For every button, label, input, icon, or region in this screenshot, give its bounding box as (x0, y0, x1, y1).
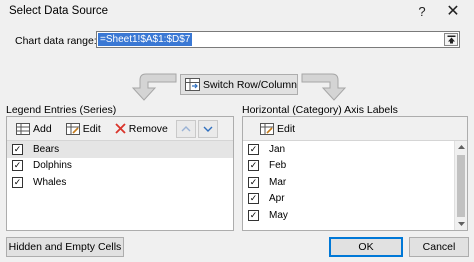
collapse-arrow-icon (447, 35, 455, 44)
help-button[interactable]: ? (409, 1, 435, 21)
scrollbar-thumb[interactable] (457, 155, 465, 217)
move-down-button[interactable] (197, 119, 218, 138)
edit-axis-labels-label: Edit (277, 122, 296, 135)
series-label-dolphins: Dolphins (33, 160, 72, 172)
category-checkbox-apr[interactable]: ✓ (248, 193, 259, 205)
series-label-whales: Whales (33, 176, 67, 188)
chart-data-range-label: Chart data range: (15, 35, 97, 47)
edit-axis-labels-button[interactable]: Edit (254, 120, 301, 138)
cancel-button[interactable]: Cancel (409, 237, 469, 257)
category-row-feb[interactable]: ✓ Feb (243, 158, 467, 175)
series-row-bears[interactable]: ✓ Bears (7, 141, 233, 158)
switch-row-column-label: Switch Row/Column (203, 78, 297, 91)
remove-series-button[interactable]: Remove (109, 120, 174, 138)
category-label-may: May (269, 209, 288, 221)
hidden-empty-cells-button[interactable]: Hidden and Empty Cells (6, 237, 124, 257)
switch-row-column-button[interactable]: Switch Row/Column (180, 74, 298, 95)
category-label-jan: Jan (269, 143, 286, 155)
switch-grid-icon (185, 78, 200, 91)
scroll-down-arrow-icon[interactable] (455, 218, 467, 230)
category-row-jan[interactable]: ✓ Jan (243, 141, 467, 158)
remove-series-label: Remove (128, 122, 168, 135)
chart-data-range-input[interactable]: =Sheet1!$A$1:$D$7 (96, 31, 460, 48)
category-checkbox-may[interactable]: ✓ (248, 209, 259, 221)
axis-labels-toolbar: Edit (243, 117, 467, 141)
chart-data-range-value: =Sheet1!$A$1:$D$7 (98, 33, 193, 46)
collapse-dialog-button[interactable] (444, 33, 458, 46)
dialog-title: Select Data Source (9, 5, 109, 17)
edit-grid-icon (65, 122, 80, 135)
category-row-may[interactable]: ✓ May (243, 207, 467, 224)
legend-entries-toolbar: Add Edit Remove (7, 117, 233, 141)
remove-x-icon (115, 123, 126, 134)
add-grid-icon (16, 122, 30, 135)
axis-labels-label: Horizontal (Category) Axis Labels (242, 104, 398, 116)
series-checkbox-bears[interactable]: ✓ (12, 143, 23, 155)
close-button[interactable]: ✕ (440, 1, 466, 21)
category-checkbox-mar[interactable]: ✓ (248, 176, 259, 188)
right-curved-arrow-icon (301, 73, 347, 101)
legend-entries-label: Legend Entries (Series) (6, 104, 117, 116)
ok-button[interactable]: OK (329, 237, 403, 257)
category-label-mar: Mar (269, 176, 287, 188)
axis-labels-list: Edit ✓ Jan ✓ Feb ✓ Mar ✓ Apr ✓ May (242, 116, 468, 231)
edit-grid-icon (260, 122, 274, 135)
add-series-label: Add (33, 122, 52, 135)
legend-entries-list: Add Edit Remove ✓ Bears ✓ Dolphins ✓ Wha… (6, 116, 234, 231)
category-row-mar[interactable]: ✓ Mar (243, 174, 467, 191)
category-label-feb: Feb (269, 160, 287, 172)
series-label-bears: Bears (33, 143, 60, 155)
series-checkbox-dolphins[interactable]: ✓ (12, 160, 23, 172)
edit-series-label: Edit (82, 122, 101, 135)
edit-series-button[interactable]: Edit (60, 120, 107, 138)
series-checkbox-whales[interactable]: ✓ (12, 176, 23, 188)
chevron-down-icon (203, 126, 213, 132)
series-row-dolphins[interactable]: ✓ Dolphins (7, 158, 233, 175)
move-up-button[interactable] (175, 119, 196, 138)
scroll-up-arrow-icon[interactable] (455, 141, 467, 153)
category-checkbox-feb[interactable]: ✓ (248, 160, 259, 172)
chevron-up-icon (181, 125, 191, 131)
category-label-apr: Apr (269, 193, 285, 205)
category-row-apr[interactable]: ✓ Apr (243, 191, 467, 208)
axis-labels-scrollbar[interactable] (454, 141, 467, 230)
category-checkbox-jan[interactable]: ✓ (248, 143, 259, 155)
add-series-button[interactable]: Add (10, 120, 58, 138)
left-curved-arrow-icon (131, 73, 177, 101)
series-row-whales[interactable]: ✓ Whales (7, 174, 233, 191)
